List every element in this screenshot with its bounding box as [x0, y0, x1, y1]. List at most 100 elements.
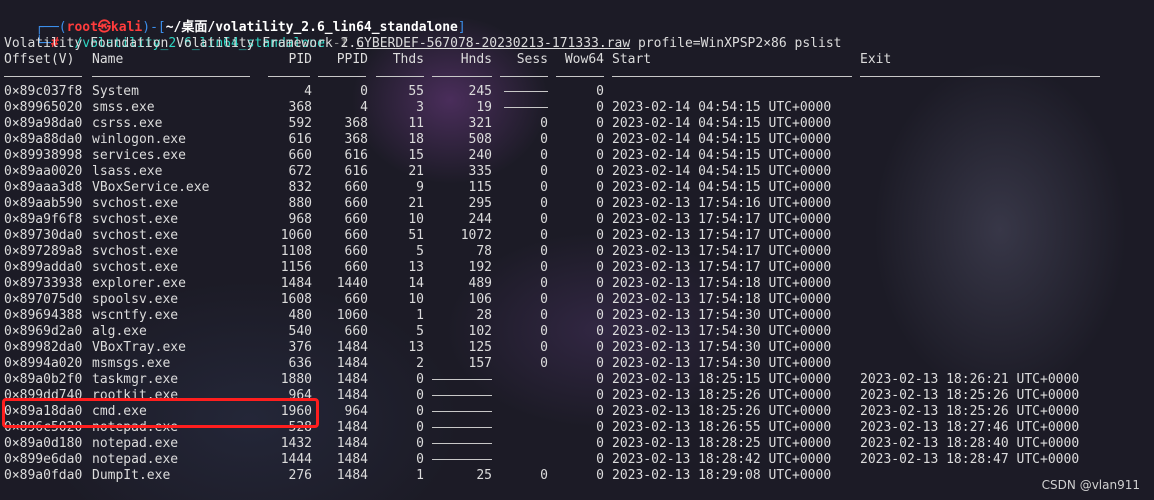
- cell-sess: 0: [540, 276, 548, 291]
- cell-name: taskmgr.exe: [92, 372, 179, 387]
- cell-pid: 672: [288, 164, 312, 179]
- cell-name: alg.exe: [92, 324, 147, 339]
- cell-wow64: 0: [596, 148, 604, 163]
- cell-ppid: 660: [344, 260, 368, 275]
- cell-hnds: 295: [468, 196, 492, 211]
- banner-text: Volatility Foundation Volatility Framewo…: [4, 36, 365, 51]
- cell-name: notepad.exe: [92, 436, 179, 451]
- empty-value-dash: [432, 404, 492, 420]
- cell-wow64: 0: [596, 292, 604, 307]
- cell-wow64: 0: [596, 212, 604, 227]
- cell-hnds: 192: [468, 260, 492, 275]
- cell-name: System: [92, 84, 139, 99]
- cell-pid: 480: [288, 308, 312, 323]
- cell-ppid: 1484: [336, 468, 368, 483]
- cell-hnds: 157: [468, 356, 492, 371]
- cell-offset: 0×8969d2a0: [4, 324, 83, 339]
- cell-hnds: 245: [468, 84, 492, 99]
- cell-name: smss.exe: [92, 100, 155, 115]
- cell-pid: 1484: [280, 276, 312, 291]
- cell-offset: 0×89aa0020: [4, 164, 83, 179]
- empty-value-dash: [432, 452, 492, 468]
- cell-start: 2023-02-13 18:29:08 UTC+0000: [612, 468, 832, 483]
- command-args: profile=WinXPSP2×86 pslist: [637, 36, 842, 51]
- cell-start: 2023-02-13 17:54:18 UTC+0000: [612, 276, 832, 291]
- header-underline: [432, 76, 492, 77]
- header-underline: [612, 76, 852, 77]
- cell-sess: 0: [540, 292, 548, 307]
- cell-wow64: 0: [596, 356, 604, 371]
- cell-name: svchost.exe: [92, 212, 179, 227]
- cell-name: svchost.exe: [92, 260, 179, 275]
- cell-ppid: 616: [344, 148, 368, 163]
- cell-offset: 0×899adda0: [4, 260, 83, 275]
- cell-pid: 1108: [280, 244, 312, 259]
- cell-thds: 0: [416, 388, 424, 403]
- cell-ppid: 368: [344, 132, 368, 147]
- cell-ppid: 1484: [336, 388, 368, 403]
- cell-thds: 21: [408, 196, 424, 211]
- cell-offset: 0×89aab590: [4, 196, 83, 211]
- cell-offset: 0×89a0fda0: [4, 468, 83, 483]
- cell-start: 2023-02-14 04:54:15 UTC+0000: [612, 180, 832, 195]
- cell-offset: 0×899e6da0: [4, 452, 83, 467]
- cell-offset: 0×89a0d180: [4, 436, 83, 451]
- header-underline: [92, 76, 250, 77]
- cell-wow64: 0: [596, 404, 604, 419]
- col-thds: Thds: [392, 52, 424, 67]
- cell-thds: 9: [416, 180, 424, 195]
- cell-hnds: 240: [468, 148, 492, 163]
- header-underline: [860, 76, 1100, 77]
- cell-hnds: 78: [476, 244, 492, 259]
- cell-thds: 0: [416, 404, 424, 419]
- cell-wow64: 0: [596, 228, 604, 243]
- cell-exit: 2023-02-13 18:28:40 UTC+0000: [860, 436, 1080, 451]
- cell-ppid: 1484: [336, 356, 368, 371]
- cell-ppid: 964: [344, 404, 368, 419]
- cell-hnds: 28: [476, 308, 492, 323]
- cell-offset: 0×89938998: [4, 148, 83, 163]
- cell-pid: 1432: [280, 436, 312, 451]
- col-exit: Exit: [860, 52, 892, 67]
- cell-wow64: 0: [596, 164, 604, 179]
- cell-thds: 0: [416, 372, 424, 387]
- cell-sess: 0: [540, 260, 548, 275]
- cell-name: services.exe: [92, 148, 186, 163]
- cell-sess: 0: [540, 244, 548, 259]
- empty-value-dash: [432, 420, 492, 436]
- cell-ppid: 616: [344, 164, 368, 179]
- cell-thds: 2: [416, 356, 424, 371]
- cell-exit: 2023-02-13 18:27:46 UTC+0000: [860, 420, 1080, 435]
- cell-pid: 1608: [280, 292, 312, 307]
- cell-hnds: 19: [476, 100, 492, 115]
- cell-wow64: 0: [596, 324, 604, 339]
- cell-name: svchost.exe: [92, 196, 179, 211]
- cell-wow64: 0: [596, 196, 604, 211]
- command-line[interactable]: └─# ./volatility_2.6_lin64_standalone -f…: [4, 20, 841, 51]
- empty-value-dash: [432, 436, 492, 452]
- cell-pid: 376: [288, 340, 312, 355]
- cell-start: 2023-02-13 17:54:17 UTC+0000: [612, 244, 832, 259]
- cell-pid: 592: [288, 116, 312, 131]
- cell-wow64: 0: [596, 436, 604, 451]
- watermark: CSDN @vlan911: [1041, 478, 1140, 492]
- cell-ppid: 1484: [336, 452, 368, 467]
- header-underline: [500, 76, 548, 77]
- cell-wow64: 0: [596, 276, 604, 291]
- cell-start: 2023-02-14 04:54:15 UTC+0000: [612, 132, 832, 147]
- cell-pid: 968: [288, 212, 312, 227]
- cell-hnds: 508: [468, 132, 492, 147]
- cell-ppid: 1484: [336, 372, 368, 387]
- cell-thds: 0: [416, 420, 424, 435]
- cell-name: csrss.exe: [92, 116, 163, 131]
- cell-exit: 2023-02-13 18:25:26 UTC+0000: [860, 404, 1080, 419]
- col-start: Start: [612, 52, 652, 67]
- cell-ppid: 1440: [336, 276, 368, 291]
- cell-pid: 1880: [280, 372, 312, 387]
- empty-value-dash: [432, 388, 492, 404]
- cell-offset: 0×89965020: [4, 100, 83, 115]
- col-name: Name: [92, 52, 124, 67]
- header-underline: [556, 76, 604, 77]
- cell-sess: 0: [540, 228, 548, 243]
- cell-pid: 1444: [280, 452, 312, 467]
